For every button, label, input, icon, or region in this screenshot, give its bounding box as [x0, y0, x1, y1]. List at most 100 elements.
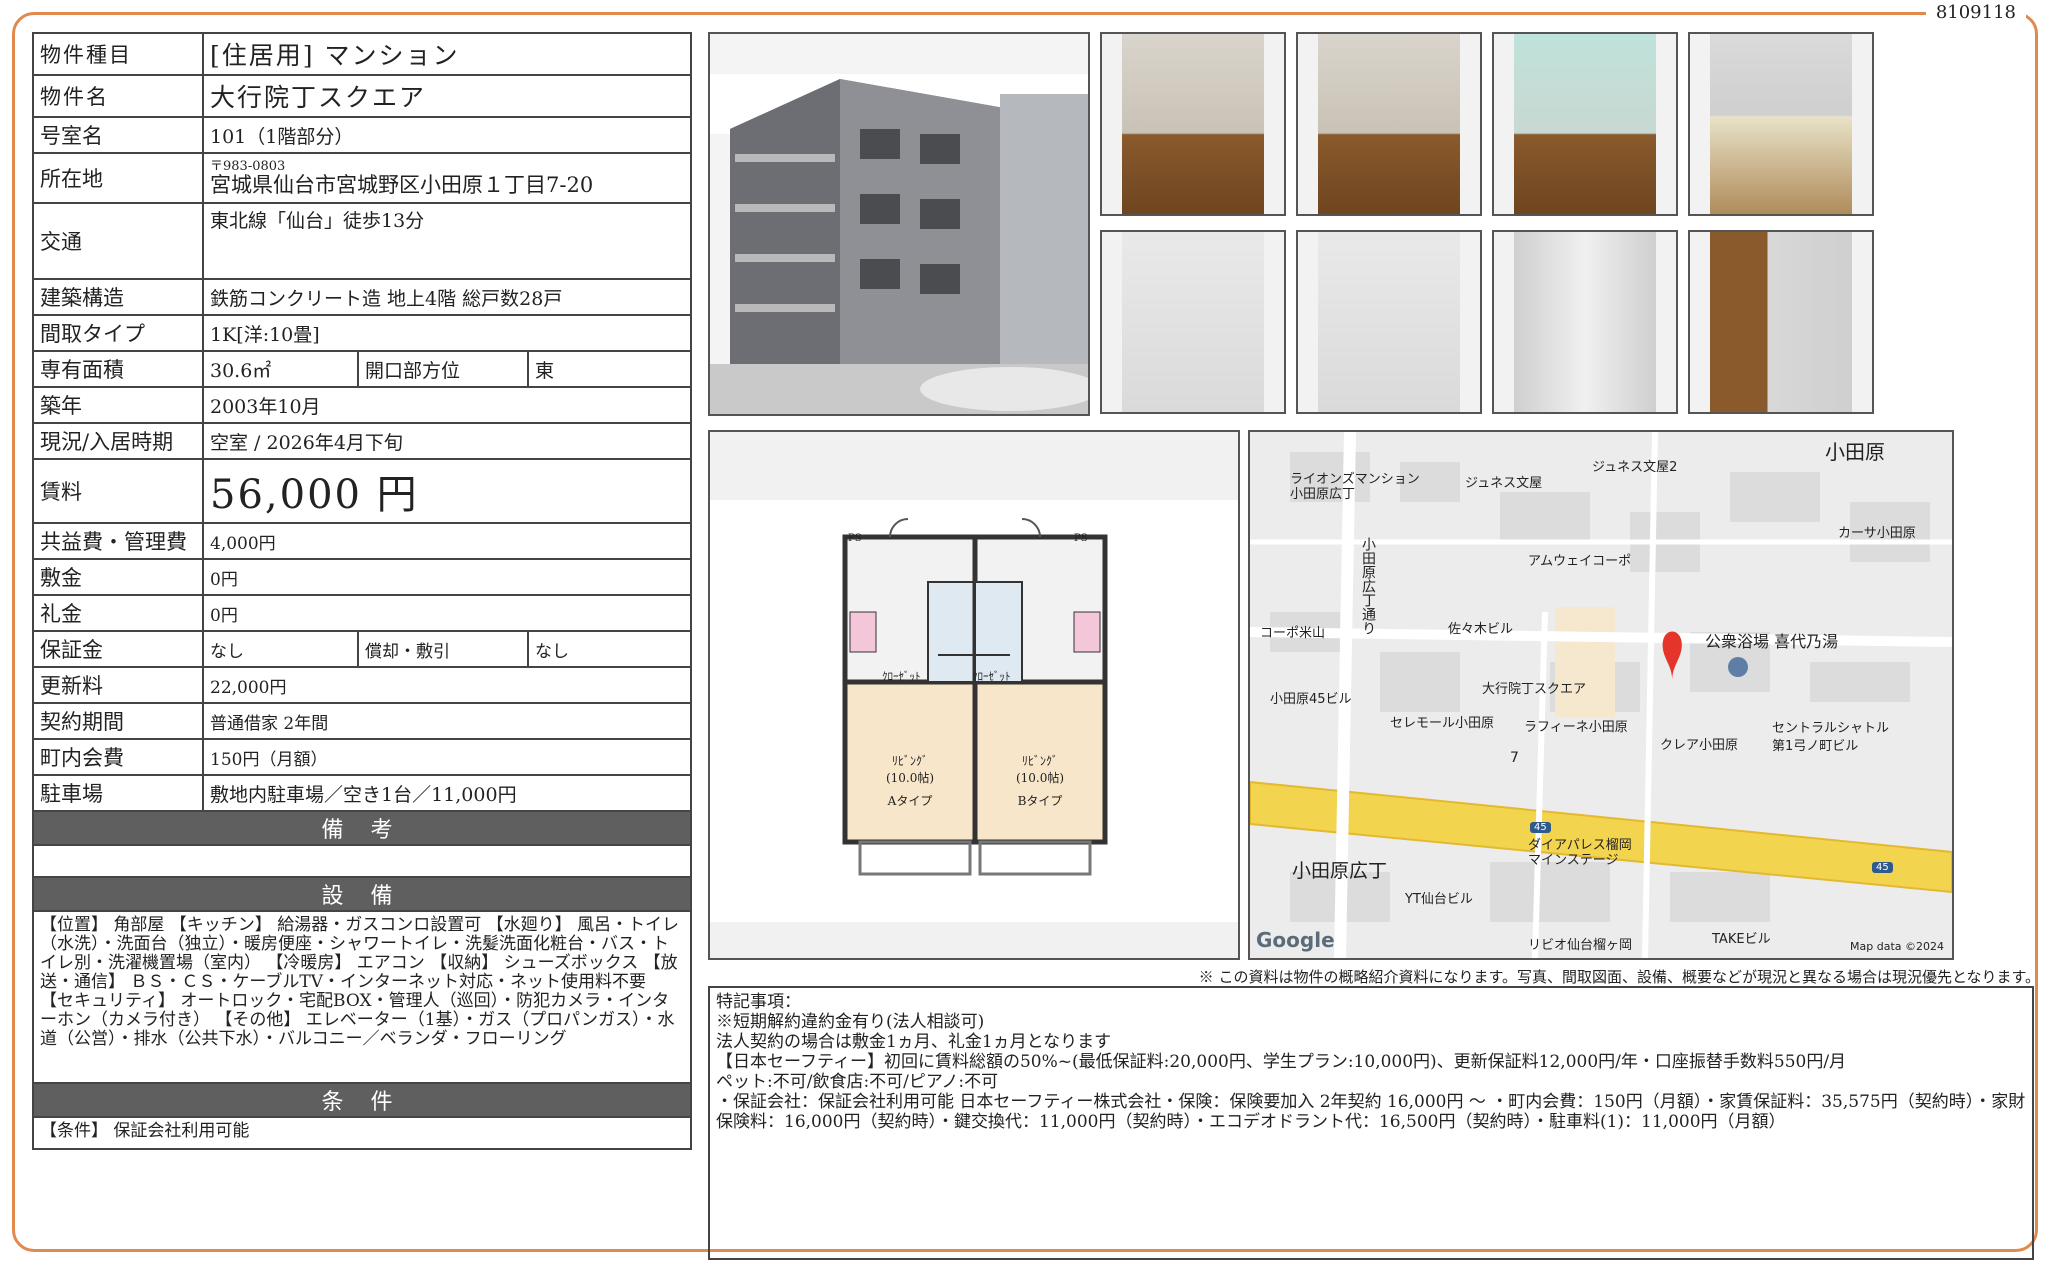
exterior-photo [708, 32, 1090, 416]
kitchen-photo [1688, 32, 1874, 216]
entrance-photo [1688, 230, 1874, 414]
map-label-bldg45: 小田原45ビル [1270, 692, 1352, 707]
building-illustration [710, 34, 1088, 414]
guarantee-value: なし [202, 630, 359, 668]
built-label: 築年 [32, 386, 204, 424]
map-label-take: TAKEビル [1712, 932, 1771, 947]
route-45-shield-b: 45 [1872, 862, 1893, 873]
opening-value: 東 [526, 350, 693, 388]
remarks-line: 【日本セーフティー】初回に賃料総額の50%~(最低保証料:20,000円、学生プ… [716, 1052, 1847, 1072]
map-label-central: セントラルシャトル 第1弓ノ町ビル [1772, 721, 1890, 754]
map-label-hirocho: 小田原広丁 [1292, 860, 1388, 882]
document-id: 8109118 [1925, 2, 2026, 23]
closet-label-b: ｸﾛｰｾﾞｯﾄ [972, 670, 1011, 683]
map-label-junes2: ジュネス文屋2 [1592, 460, 1678, 475]
google-logo: Google [1256, 928, 1335, 952]
interior-photo-3 [1492, 32, 1678, 216]
map-label-odawara: 小田原 [1825, 440, 1885, 464]
parking-label: 駐車場 [32, 774, 204, 812]
rent-label: 賃料 [32, 458, 204, 524]
rent-value: 56,000 円 [201, 458, 693, 524]
deposit-label: 敷金 [32, 558, 204, 596]
route-45-shield-a: 45 [1530, 822, 1551, 833]
address-value: 宮城県仙台市宮城野区小田原１丁目7-20 [210, 173, 594, 197]
remarks-line: ※短期解約違約金有り(法人相談可) [716, 1012, 985, 1032]
fee-value: 4,000円 [201, 522, 693, 560]
key-money-label: 礼金 [32, 594, 204, 632]
toilet-photo [1296, 230, 1482, 414]
renewal-label: 更新料 [32, 666, 204, 704]
amortize-label: 償却・敷引 [357, 630, 529, 668]
map-label-rivio: リビオ仙台榴ヶ岡 [1528, 938, 1633, 953]
map-label-seremol: セレモール小田原 [1390, 716, 1495, 731]
map-label-dia: ダイアパレス榴岡 マインステージ [1528, 838, 1632, 868]
location-map: 小田原 ライオンズマンション 小田原広丁 ジュネス文屋 ジュネス文屋2 カーサ小… [1248, 430, 1954, 960]
map-data-credit: Map data ©2024 [1850, 940, 1944, 953]
address-cell: 〒983-0803 宮城県仙台市宮城野区小田原１丁目7-20 [201, 152, 693, 204]
map-label-yt: YT仙台ビル [1405, 892, 1473, 907]
map-label-rafine: ラフィーネ小田原 [1524, 720, 1628, 735]
room-b-type: Bタイプ [1017, 794, 1063, 808]
map-label-casa: カーサ小田原 [1838, 526, 1916, 541]
map-label-street: 小田原広丁通り [1360, 537, 1376, 635]
parking-value: 敷地内駐車場／空き1台／11,000円 [201, 774, 693, 812]
floor-plan-drawing [710, 432, 1238, 958]
property-spec-table: 物件種目 [住居用] マンション 物件名 大行院丁スクエア 号室名 101（1階部分）… [31, 32, 693, 1150]
area-value: 30.6㎡ [202, 350, 359, 388]
remarks-empty [31, 844, 693, 878]
remarks-line: ペット:不可/飲食店:不可/ピアノ:不可 [716, 1072, 999, 1092]
status-value: 空室 / 2026年4月下旬 [201, 422, 693, 460]
floor-plan: ｸﾛｰｾﾞｯﾄ ｸﾛｰｾﾞｯﾄ PS PS ﾘﾋﾞﾝｸﾞ (10.0帖) Aタイ… [708, 430, 1240, 960]
type-label: 物件種目 [32, 32, 204, 76]
map-label-junes: ジュネス文屋 [1465, 476, 1543, 491]
fee-label: 共益費・管理費 [32, 522, 204, 560]
room-label: 号室名 [32, 116, 204, 154]
room-a-type: Aタイプ [887, 794, 933, 808]
renewal-value: 22,000円 [201, 666, 693, 704]
room-b-label: ﾘﾋﾞﾝｸﾞ (10.0帖) [1015, 754, 1065, 785]
deposit-value: 0円 [201, 558, 693, 596]
map-label-bath: 公衆浴場 喜代乃湯 [1705, 632, 1839, 651]
built-value: 2003年10月 [201, 386, 693, 424]
guarantee-label: 保証金 [32, 630, 204, 668]
map-label-cora: コーポ米山 [1260, 626, 1326, 641]
layout-value: 1K[洋:10畳] [201, 314, 693, 352]
conditions-header: 条 件 [31, 1082, 693, 1118]
map-label-target: 大行院丁スクエア [1482, 682, 1587, 697]
area-label: 専有面積 [32, 350, 204, 388]
layout-label: 間取タイプ [32, 314, 204, 352]
name-label: 物件名 [32, 74, 204, 118]
washroom-photo [1492, 230, 1678, 414]
interior-photo-1 [1100, 32, 1286, 216]
disclaimer: ※ この資料は物件の概略紹介資料になります。写真、間取図面、設備、概要などが現況… [1198, 968, 2040, 986]
equipment-text: 【位置】 角部屋 【キッチン】 給湯器・ガスコンロ設置可 【水廻り】 風呂・トイ… [31, 910, 693, 1084]
town-fee-value: 150円（月額） [201, 738, 693, 776]
equipment-header: 設 備 [31, 876, 693, 912]
address-label: 所在地 [32, 152, 204, 204]
map-label-lions: ライオンズマンション 小田原広丁 [1290, 472, 1420, 502]
amortize-value: なし [526, 630, 693, 668]
conditions-text: 【条件】 保証会社利用可能 [31, 1116, 693, 1150]
contract-label: 契約期間 [32, 702, 204, 740]
traffic-value: 東北線「仙台」徒歩13分 [201, 202, 693, 280]
opening-label: 開口部方位 [357, 350, 529, 388]
type-value: [住居用] マンション [201, 32, 693, 76]
status-label: 現況/入居時期 [32, 422, 204, 460]
address-zip: 〒983-0803 [210, 159, 286, 174]
room-value: 101（1階部分） [201, 116, 693, 154]
structure-value: 鉄筋コンクリート造 地上4階 総戸数28戸 [201, 278, 693, 316]
remarks-line: 法人契約の場合は敷金1ヵ月、礼金1ヵ月となります [716, 1032, 1112, 1052]
room-a-label: ﾘﾋﾞﾝｸﾞ (10.0帖) [885, 754, 935, 785]
map-label-sasaki: 佐々木ビル [1448, 622, 1514, 637]
closet-label-a: ｸﾛｰｾﾞｯﾄ [882, 670, 921, 683]
map-label-amway: アムウェイコーポ [1528, 554, 1632, 569]
ps-label-a: PS [848, 533, 862, 544]
map-label-num7: 7 [1510, 750, 1519, 766]
traffic-label: 交通 [32, 202, 204, 280]
special-remarks: 特記事項： ※短期解約違約金有り(法人相談可) 法人契約の場合は敷金1ヵ月、礼金… [708, 986, 2034, 1260]
remarks-header: 備 考 [31, 810, 693, 846]
ps-label-b: PS [1074, 533, 1088, 544]
remarks-line: 特記事項： [716, 992, 801, 1012]
bathroom-photo [1100, 230, 1286, 414]
structure-label: 建築構造 [32, 278, 204, 316]
